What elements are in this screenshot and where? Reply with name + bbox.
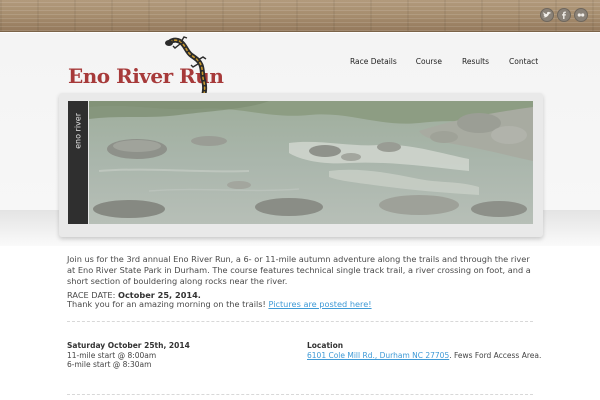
thanks-line: Thank you for an amazing morning on the … (67, 299, 537, 310)
salamander-icon (165, 36, 208, 100)
slideshow-photo[interactable] (89, 101, 533, 224)
schedule-block: Saturday October 25th, 2014 11-mile star… (67, 341, 267, 370)
social-links (540, 8, 588, 22)
intro-paragraph: Join us for the 3rd annual Eno River Run… (67, 254, 531, 286)
nav-results[interactable]: Results (462, 57, 489, 66)
twitter-icon[interactable] (540, 8, 554, 22)
location-heading: Location (307, 341, 344, 350)
flickr-icon[interactable] (574, 8, 588, 22)
schedule-heading: Saturday October 25th, 2014 (67, 341, 190, 350)
pictures-link[interactable]: Pictures are posted here! (268, 299, 371, 309)
address-rest: . Fews Ford Access Area. (449, 350, 542, 360)
slideshow-caption: eno river (73, 113, 83, 149)
wood-header-bar (0, 0, 600, 32)
slideshow-caption-tab[interactable]: eno river (68, 101, 88, 224)
thanks-text: Thank you for an amazing morning on the … (67, 299, 266, 309)
content-divider (67, 321, 533, 322)
location-block: Location 6101 Cole Mill Rd., Durham NC 2… (307, 341, 547, 360)
facebook-icon[interactable] (557, 8, 571, 22)
location-address: 6101 Cole Mill Rd., Durham NC 27705. Few… (307, 351, 547, 361)
nav-course[interactable]: Course (416, 57, 442, 66)
schedule-line: 6-mile start @ 8:30am (67, 360, 152, 369)
site-logo[interactable]: Eno River Run (68, 36, 224, 100)
content-divider (67, 394, 533, 395)
nav-contact[interactable]: Contact (509, 57, 538, 66)
address-link[interactable]: 6101 Cole Mill Rd., Durham NC 27705 (307, 351, 449, 360)
schedule-line: 11-mile start @ 8:00am (67, 350, 157, 360)
main-nav: Race Details Course Results Contact (350, 57, 538, 66)
nav-race-details[interactable]: Race Details (350, 57, 397, 66)
